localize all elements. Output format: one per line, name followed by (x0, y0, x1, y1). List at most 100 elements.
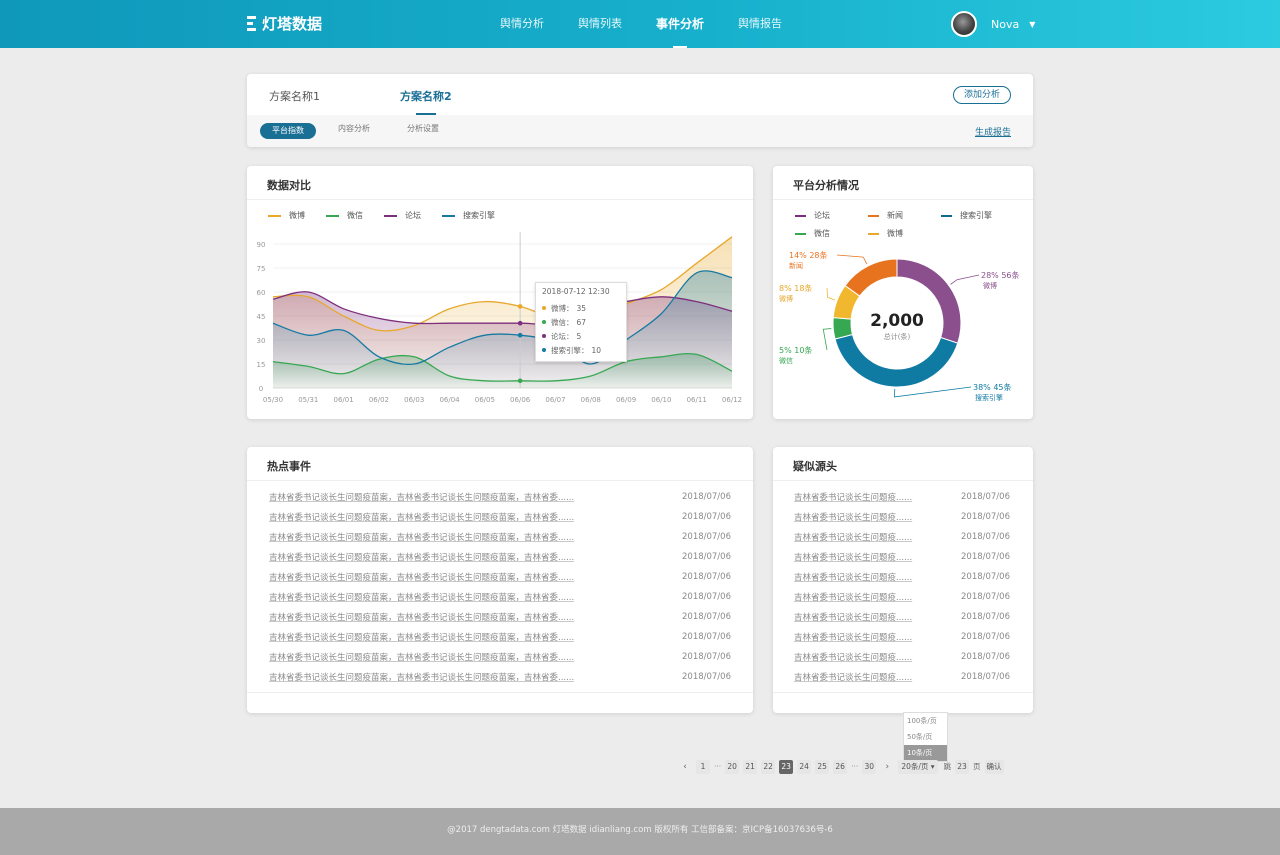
data-point[interactable] (517, 304, 523, 309)
list-item-title[interactable]: 吉林省委书记谈长生问题疫...... (794, 631, 912, 643)
page-button[interactable]: 25 (815, 759, 830, 774)
x-tick-label: 06/07 (545, 396, 565, 404)
footer: @2017 dengtadata.com 灯塔数据 idianliang.com… (0, 808, 1280, 855)
jump-input[interactable]: 23 (955, 759, 970, 774)
donut-slice[interactable] (844, 258, 898, 297)
page-button[interactable]: 21 (743, 759, 758, 774)
list-item-title[interactable]: 吉林省委书记谈长生问题疫苗案，吉林省委书记谈长生问题疫苗案，吉林省委...... (269, 631, 574, 643)
slice-sublabel: 微博 (779, 294, 793, 303)
page-button[interactable]: 1 (696, 759, 710, 774)
list-item-title[interactable]: 吉林省委书记谈长生问题疫苗案，吉林省委书记谈长生问题疫苗案，吉林省委...... (269, 611, 574, 623)
list-item[interactable]: 吉林省委书记谈长生问题疫...... 2018/07/06 (794, 667, 1010, 687)
list-item-title[interactable]: 吉林省委书记谈长生问题疫苗案，吉林省委书记谈长生问题疫苗案，吉林省委...... (269, 531, 574, 543)
user-menu[interactable]: Nova ▼ (951, 11, 1035, 37)
y-tick-label: 15 (257, 361, 266, 369)
list-item-title[interactable]: 吉林省委书记谈长生问题疫...... (794, 591, 912, 603)
subtab-analysis-settings[interactable]: 分析设置 (407, 123, 439, 134)
avatar[interactable] (951, 11, 977, 37)
page-button[interactable]: 24 (797, 759, 812, 774)
card-title: 热点事件 (267, 460, 311, 473)
label-leader-line (950, 274, 980, 285)
list-item-title[interactable]: 吉林省委书记谈长生问题疫...... (794, 571, 912, 583)
list-item[interactable]: 吉林省委书记谈长生问题疫苗案，吉林省委书记谈长生问题疫苗案，吉林省委......… (269, 527, 731, 547)
list-item[interactable]: 吉林省委书记谈长生问题疫...... 2018/07/06 (794, 607, 1010, 627)
slice-label: 8% 18条 (779, 283, 812, 293)
list-item-date: 2018/07/06 (682, 492, 731, 502)
page-button[interactable]: 22 (761, 759, 776, 774)
brand-logo[interactable]: 灯塔数据 (247, 13, 322, 34)
list-item[interactable]: 吉林省委书记谈长生问题疫...... 2018/07/06 (794, 587, 1010, 607)
subtab-platform-index[interactable]: 平台指数 (260, 123, 316, 139)
list-item-title[interactable]: 吉林省委书记谈长生问题疫...... (794, 671, 912, 683)
list-item-title[interactable]: 吉林省委书记谈长生问题疫苗案，吉林省委书记谈长生问题疫苗案，吉林省委...... (269, 591, 574, 603)
list-item-title[interactable]: 吉林省委书记谈长生问题疫苗案，吉林省委书记谈长生问题疫苗案，吉林省委...... (269, 651, 574, 663)
chevron-down-icon[interactable]: ▼ (1029, 20, 1035, 29)
data-point[interactable] (517, 378, 523, 384)
list-item-title[interactable]: 吉林省委书记谈长生问题疫苗案，吉林省委书记谈长生问题疫苗案，吉林省委...... (269, 571, 574, 583)
add-analysis-button[interactable]: 添加分析 (953, 86, 1011, 104)
list-item[interactable]: 吉林省委书记谈长生问题疫...... 2018/07/06 (794, 547, 1010, 567)
list-item[interactable]: 吉林省委书记谈长生问题疫苗案，吉林省委书记谈长生问题疫苗案，吉林省委......… (269, 647, 731, 667)
chevron-right-icon[interactable]: › (880, 762, 894, 772)
list-item[interactable]: 吉林省委书记谈长生问题疫...... 2018/07/06 (794, 627, 1010, 647)
page-size-option[interactable]: 50条/页 (904, 729, 947, 745)
donut-slice[interactable] (834, 333, 959, 388)
page-button[interactable]: 23 (779, 759, 794, 774)
list-item-date: 2018/07/06 (682, 592, 731, 602)
tab-scheme-1[interactable]: 方案名称1 (269, 88, 320, 104)
x-tick-label: 06/04 (439, 396, 460, 404)
tab-scheme-2[interactable]: 方案名称2 (400, 88, 452, 115)
page-button[interactable]: 30 (862, 759, 877, 774)
copyright-text: @2017 dengtadata.com 灯塔数据 idianliang.com… (447, 825, 833, 835)
list-item-title[interactable]: 吉林省委书记谈长生问题疫苗案，吉林省委书记谈长生问题疫苗案，吉林省委...... (269, 491, 574, 503)
list-item-title[interactable]: 吉林省委书记谈长生问题疫...... (794, 651, 912, 663)
list-item[interactable]: 吉林省委书记谈长生问题疫苗案，吉林省委书记谈长生问题疫苗案，吉林省委......… (269, 487, 731, 507)
list-item[interactable]: 吉林省委书记谈长生问题疫苗案，吉林省委书记谈长生问题疫苗案，吉林省委......… (269, 667, 731, 687)
list-item-title[interactable]: 吉林省委书记谈长生问题疫...... (794, 491, 912, 503)
list-item-title[interactable]: 吉林省委书记谈长生问题疫...... (794, 611, 912, 623)
nav-item[interactable]: 舆情列表 (578, 0, 622, 48)
list-item[interactable]: 吉林省委书记谈长生问题疫苗案，吉林省委书记谈长生问题疫苗案，吉林省委......… (269, 587, 731, 607)
list-item[interactable]: 吉林省委书记谈长生问题疫苗案，吉林省委书记谈长生问题疫苗案，吉林省委......… (269, 547, 731, 567)
list-item-title[interactable]: 吉林省委书记谈长生问题疫...... (794, 531, 912, 543)
confirm-button[interactable]: 确认 (984, 759, 1004, 774)
subtab-content-analysis[interactable]: 内容分析 (338, 123, 370, 134)
list-item-title[interactable]: 吉林省委书记谈长生问题疫苗案，吉林省委书记谈长生问题疫苗案，吉林省委...... (269, 511, 574, 523)
chevron-left-icon[interactable]: ‹ (678, 762, 692, 772)
list-item-title[interactable]: 吉林省委书记谈长生问题疫苗案，吉林省委书记谈长生问题疫苗案，吉林省委...... (269, 671, 574, 683)
list-item[interactable]: 吉林省委书记谈长生问题疫苗案，吉林省委书记谈长生问题疫苗案，吉林省委......… (269, 567, 731, 587)
page-size-dropdown: 100条/页 50条/页 10条/页 (903, 712, 948, 762)
x-tick-label: 05/30 (263, 396, 283, 404)
list-item[interactable]: 吉林省委书记谈长生问题疫...... 2018/07/06 (794, 527, 1010, 547)
caret-down-icon: ▾ (928, 761, 935, 771)
list-item-title[interactable]: 吉林省委书记谈长生问题疫苗案，吉林省委书记谈长生问题疫苗案，吉林省委...... (269, 551, 574, 563)
list-item-date: 2018/07/06 (682, 612, 731, 622)
nav-item[interactable]: 舆情分析 (500, 0, 544, 48)
list-item[interactable]: 吉林省委书记谈长生问题疫苗案，吉林省委书记谈长生问题疫苗案，吉林省委......… (269, 627, 731, 647)
nav-item[interactable]: 事件分析 (656, 0, 704, 48)
page-button[interactable]: 26 (833, 759, 848, 774)
line-area-chart: 0 15 30 45 60 75 90 05/30 05/31 06/01 06/02 06/03 06… (257, 232, 742, 404)
list-item[interactable]: 吉林省委书记谈长生问题疫...... 2018/07/06 (794, 487, 1010, 507)
list-item[interactable]: 吉林省委书记谈长生问题疫苗案，吉林省委书记谈长生问题疫苗案，吉林省委......… (269, 507, 731, 527)
list-item-title[interactable]: 吉林省委书记谈长生问题疫...... (794, 551, 912, 563)
y-tick-label: 75 (257, 265, 266, 273)
list-item[interactable]: 吉林省委书记谈长生问题疫...... 2018/07/06 (794, 567, 1010, 587)
nav-item[interactable]: 舆情报告 (738, 0, 782, 48)
divider (247, 692, 753, 693)
list-item[interactable]: 吉林省委书记谈长生问题疫...... 2018/07/06 (794, 507, 1010, 527)
page-size-option[interactable]: 100条/页 (904, 713, 947, 729)
x-tick-label: 06/09 (616, 396, 636, 404)
tooltip-row: 论坛： 5 (542, 329, 620, 343)
list-item[interactable]: 吉林省委书记谈长生问题疫苗案，吉林省委书记谈长生问题疫苗案，吉林省委......… (269, 607, 731, 627)
list-item-date: 2018/07/06 (682, 512, 731, 522)
list-item[interactable]: 吉林省委书记谈长生问题疫...... 2018/07/06 (794, 647, 1010, 667)
tooltip-value: 10 (591, 345, 602, 355)
generate-report-link[interactable]: 生成报告 (975, 125, 1011, 138)
data-point[interactable] (517, 332, 523, 338)
data-point[interactable] (517, 320, 523, 326)
list-item-title[interactable]: 吉林省委书记谈长生问题疫...... (794, 511, 912, 523)
page-size-select[interactable]: 20条/页 ▾ (898, 759, 938, 774)
page-button[interactable]: 20 (725, 759, 740, 774)
x-tick-label: 06/11 (687, 396, 707, 404)
